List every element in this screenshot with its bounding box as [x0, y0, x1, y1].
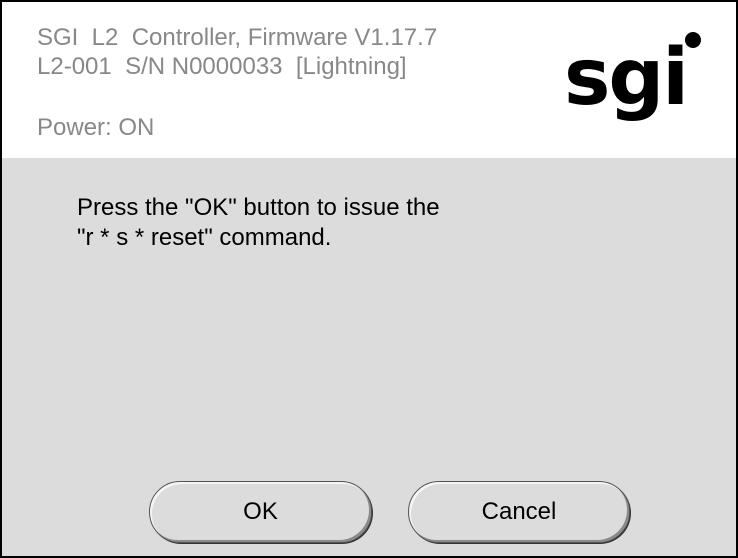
- dialog-message: Press the "OK" button to issue the "r * …: [77, 193, 597, 253]
- serial-info: L2-001 S/N N0000033 [Lightning]: [37, 53, 407, 80]
- ok-button[interactable]: OK: [149, 481, 372, 543]
- message-line-1: Press the "OK" button to issue the: [77, 194, 440, 221]
- power-status: Power: ON: [37, 114, 155, 141]
- firmware-info: SGI L2 Controller, Firmware V1.17.7: [37, 24, 438, 51]
- sgi-logo: sgi: [564, 32, 701, 123]
- controller-header: SGI L2 Controller, Firmware V1.17.7 L2-0…: [2, 2, 736, 158]
- cancel-button[interactable]: Cancel: [408, 481, 630, 543]
- sgi-logo-text: sgi: [564, 33, 687, 123]
- message-line-2: "r * s * reset" command.: [77, 224, 332, 251]
- controller-panel: SGI L2 Controller, Firmware V1.17.7 L2-0…: [0, 0, 738, 558]
- dialog-body: Press the "OK" button to issue the "r * …: [2, 158, 736, 556]
